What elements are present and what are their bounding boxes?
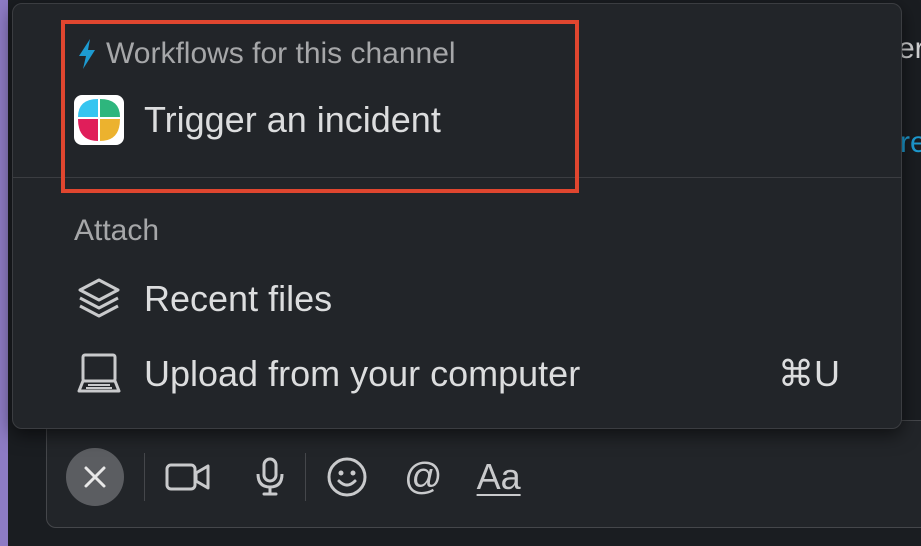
toolbar-divider: [305, 453, 306, 501]
mention-button[interactable]: @: [404, 456, 443, 499]
laptop-icon: [77, 353, 121, 393]
microphone-icon: [256, 457, 284, 496]
layers-icon: [78, 278, 120, 318]
formatting-icon: Aa: [476, 456, 521, 497]
close-icon: [84, 466, 106, 488]
emoji-button[interactable]: [326, 456, 368, 498]
attach-section-title: Attach: [74, 214, 160, 247]
emoji-icon: [327, 457, 367, 497]
highlight-box: [61, 20, 579, 193]
video-button[interactable]: [165, 460, 211, 494]
menu-item-upload-computer[interactable]: Upload from your computer: [76, 351, 580, 397]
audio-button[interactable]: [255, 457, 285, 497]
upload-shortcut: ⌘U: [778, 353, 840, 394]
menu-item-label: Recent files: [144, 278, 333, 319]
close-menu-button[interactable]: [66, 448, 124, 506]
background-link-text[interactable]: re: [900, 126, 921, 160]
menu-item-label: Upload from your computer: [144, 353, 581, 394]
toolbar-divider: [144, 453, 145, 501]
mention-icon: @: [404, 455, 443, 498]
composer-toolbar: @ Aa: [66, 448, 521, 506]
video-camera-icon: [165, 463, 210, 491]
menu-item-recent-files[interactable]: Recent files: [76, 276, 332, 322]
formatting-button[interactable]: Aa: [477, 456, 521, 498]
